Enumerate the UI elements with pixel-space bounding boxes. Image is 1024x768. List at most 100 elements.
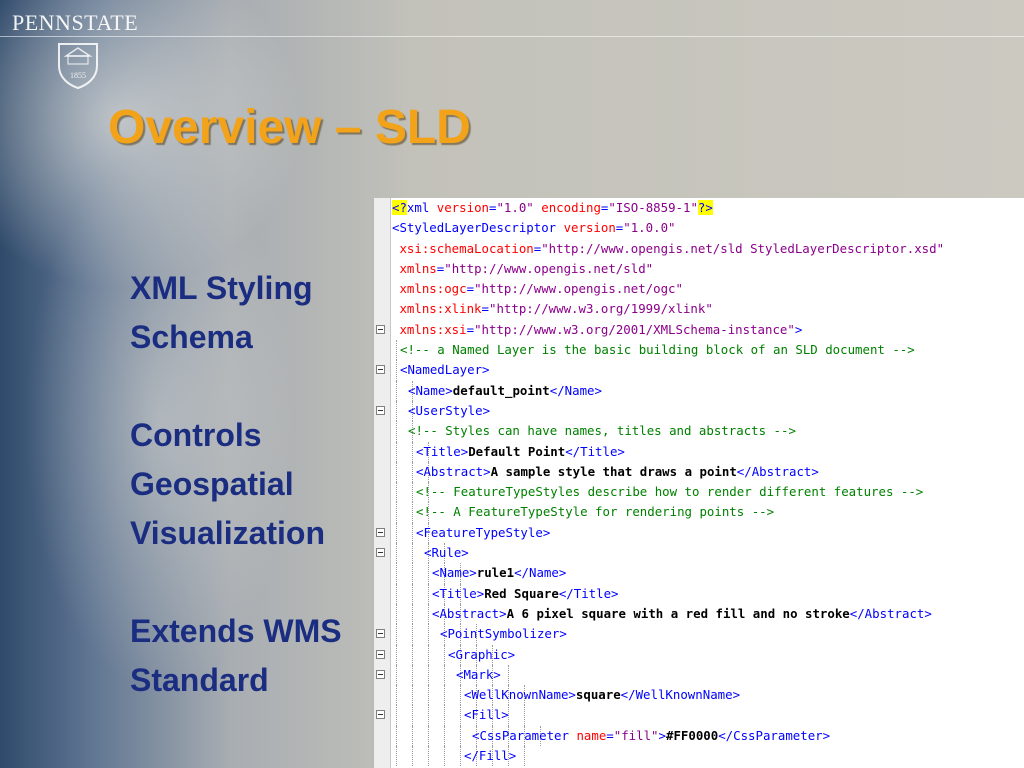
- code-line: xsi:schemaLocation="http://www.opengis.n…: [374, 239, 1024, 259]
- xml-text-token: square: [575, 687, 621, 703]
- xml-text-token: default_point: [452, 382, 550, 398]
- indent-guide: [412, 664, 413, 686]
- code-line: <Mark>: [374, 664, 1024, 686]
- indent-guide: [396, 421, 397, 442]
- code-line: <!-- Styles can have names, titles and a…: [374, 421, 1024, 442]
- collapse-toggle-icon[interactable]: [376, 365, 385, 375]
- xml-tag-token: </Title>: [565, 443, 625, 459]
- xml-val-token: "http://www.opengis.net/sld StyledLayerD…: [541, 240, 945, 256]
- indent-guide: [396, 543, 397, 564]
- xml-tag-token: =: [466, 321, 475, 337]
- xml-comment-token: <!-- a Named Layer is the basic building…: [400, 342, 915, 358]
- xml-tag-token: </Abstract>: [736, 463, 819, 479]
- indent-guide: [428, 664, 429, 686]
- code-text: <Graphic>: [448, 645, 515, 665]
- collapse-toggle-icon[interactable]: [376, 669, 385, 679]
- xml-tag-token: >: [658, 727, 666, 743]
- indent-guide: [396, 603, 397, 625]
- indent-guide: [412, 543, 413, 564]
- code-line: <Abstract>A sample style that draws a po…: [374, 461, 1024, 483]
- indent-guide: [508, 664, 509, 686]
- code-line: <WellKnownName>square</WellKnownName>: [374, 685, 1024, 706]
- indent-guide: [412, 461, 413, 483]
- indent-guide: [460, 685, 461, 706]
- code-text: xmlns:ogc="http://www.opengis.net/ogc": [392, 279, 683, 299]
- xml-tag-token: </Abstract>: [849, 605, 932, 621]
- code-line: <Title>Red Square</Title>: [374, 583, 1024, 604]
- indent-guide: [444, 746, 445, 767]
- slide-title: Overview – SLD: [108, 101, 471, 154]
- xml-val-token: "http://www.w3.org/1999/xlink": [489, 301, 713, 317]
- xml-tag-token: <Fill>: [464, 707, 509, 723]
- xml-tag-token: <Abstract>: [432, 605, 507, 621]
- code-text: <Abstract>A sample style that draws a po…: [416, 462, 819, 482]
- xml-tag-token: <FeatureTypeStyle>: [416, 524, 551, 540]
- xml-tag-token: xml: [406, 200, 437, 215]
- indent-guide: [524, 705, 525, 726]
- xml-attr-token: encoding: [541, 200, 601, 215]
- bullet-line: Visualization: [130, 515, 326, 551]
- xml-text-token: A 6 pixel square with a red fill and no …: [506, 605, 850, 621]
- code-text: <Name>rule1</Name>: [432, 563, 566, 583]
- indent-guide: [428, 685, 429, 706]
- code-line: <Name>default_point</Name>: [374, 380, 1024, 401]
- xml-val-token: "fill": [613, 727, 659, 743]
- indent-guide: [412, 482, 413, 503]
- indent-guide: [460, 746, 461, 767]
- indent-guide: [412, 441, 413, 462]
- xml-tag-token: =: [606, 727, 614, 743]
- code-line: <Graphic>: [374, 644, 1024, 665]
- xml-tag-token: <Name>: [432, 565, 477, 581]
- collapse-toggle-icon[interactable]: [376, 324, 385, 334]
- code-lines: <?xml version = "1.0" encoding = "ISO-8859-1…: [374, 198, 1024, 767]
- indent-guide: [412, 522, 413, 544]
- xml-tag-token: <Title>: [416, 443, 469, 459]
- indent-guide: [396, 685, 397, 706]
- collapse-toggle-icon[interactable]: [376, 548, 385, 558]
- xml-val-token: "1.0.0": [623, 220, 676, 236]
- indent-guide: [396, 502, 397, 523]
- collapse-toggle-icon[interactable]: [376, 629, 385, 639]
- code-line: <PointSymbolizer>: [374, 624, 1024, 645]
- xml-tag-token: </Title>: [558, 585, 619, 601]
- bullet-list: XML Styling Schema Controls Geospatial V…: [130, 264, 342, 705]
- xml-text-token: Default Point: [468, 443, 566, 459]
- xml-tag-token: <CssParameter: [472, 727, 577, 743]
- indent-guide: [444, 664, 445, 686]
- xml-tag-token: <Title>: [432, 585, 485, 601]
- xml-tag-token: <NamedLayer>: [400, 362, 490, 378]
- xml-val-token: "http://www.w3.org/2001/XMLSchema-instan…: [474, 321, 795, 337]
- indent-guide: [396, 482, 397, 503]
- code-text: <UserStyle>: [408, 401, 490, 421]
- xml-tag-token: <WellKnownName>: [464, 687, 576, 703]
- pennstate-logo: PENNSTATE 1855: [12, 10, 138, 90]
- collapse-toggle-icon[interactable]: [376, 710, 385, 720]
- xml-pi-token: <?: [392, 200, 407, 215]
- code-line: xmlns:xsi="http://www.w3.org/2001/XMLSch…: [374, 320, 1024, 340]
- code-line: </Fill>: [374, 746, 1024, 767]
- code-text: <Abstract>A 6 pixel square with a red fi…: [432, 604, 932, 624]
- code-text: <FeatureTypeStyle>: [416, 523, 550, 543]
- xml-attr-token: xmlns:xlink: [392, 301, 482, 317]
- indent-guide: [396, 340, 397, 361]
- code-text: <StyledLayerDescriptor version="1.0.0": [392, 218, 675, 238]
- indent-guide: [444, 705, 445, 726]
- xml-pi-token: ?>: [697, 200, 713, 215]
- collapse-toggle-icon[interactable]: [376, 527, 385, 537]
- code-line: <UserStyle>: [374, 400, 1024, 422]
- bullet-line: Extends WMS: [130, 613, 342, 649]
- indent-guide: [412, 624, 413, 645]
- indent-guide: [396, 380, 397, 401]
- xml-tag-token: </Fill>: [464, 748, 517, 764]
- collapse-toggle-icon[interactable]: [376, 405, 385, 415]
- code-text: <Name>default_point</Name>: [408, 381, 602, 401]
- code-line: <!-- a Named Layer is the basic building…: [374, 340, 1024, 361]
- xml-attr-token: xmlns:xsi: [392, 321, 467, 337]
- indent-guide: [428, 725, 429, 747]
- indent-guide: [396, 522, 397, 544]
- code-text: <?xml version="1.0" encoding="ISO-8859-1…: [392, 198, 713, 218]
- code-text: <Title>Default Point</Title>: [416, 442, 625, 462]
- indent-guide: [396, 360, 397, 381]
- indent-guide: [428, 583, 429, 604]
- collapse-toggle-icon[interactable]: [376, 649, 385, 659]
